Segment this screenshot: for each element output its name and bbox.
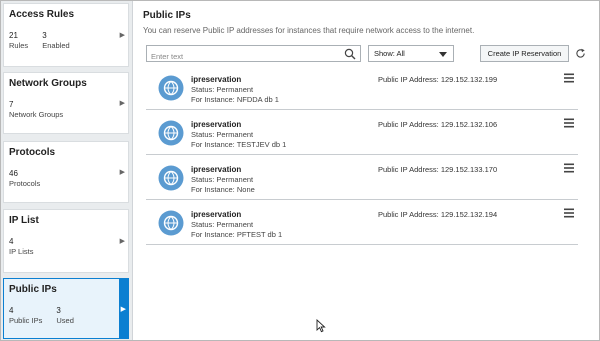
page-subtitle: You can reserve Public IP addresses for … [143,26,475,35]
card-stat: 21 Rules [9,31,28,50]
card-stat: 46 Protocols [9,169,40,188]
stat-label: Public IPs [9,316,43,325]
search-icon[interactable] [344,48,356,60]
stat-number: 4 [9,306,14,315]
public-ip-list: ipreservation Status: Permanent For Inst… [146,65,578,245]
card-stat: 3 Used [56,306,74,325]
hamburger-menu-icon[interactable] [563,73,575,83]
hamburger-menu-icon[interactable] [563,208,575,218]
stat-number: 21 [9,31,18,40]
card-title: Network Groups [9,78,87,89]
stat-number: 7 [9,100,14,109]
public-ip-address: Public IP Address: 129.152.132.194 [378,210,498,219]
sidebar-card-public-ips[interactable]: Public IPs 4 Public IPs 3 Used ▶ [3,278,129,339]
search-box [146,45,361,64]
globe-icon [158,210,184,236]
stat-label: Used [56,316,74,325]
stat-label: IP Lists [9,247,34,256]
reservation-instance: For Instance: None [191,185,255,194]
card-stats: 46 Protocols [9,169,40,188]
sidebar-card-ip-list[interactable]: IP List 4 IP Lists ▶ [3,209,129,273]
globe-icon [158,120,184,146]
card-title: Protocols [9,147,56,158]
sidebar-card-network-groups[interactable]: Network Groups 7 Network Groups ▶ [3,72,129,134]
card-title: Access Rules [9,9,75,20]
stat-label: Network Groups [9,110,64,119]
search-input[interactable] [147,49,340,64]
card-stats: 4 IP Lists [9,237,33,256]
card-stats: 4 Public IPs 3 Used [9,306,74,325]
page-title: Public IPs [143,10,191,21]
card-stats: 21 Rules 3 Enabled [9,31,70,50]
app-window: Access Rules 21 Rules 3 Enabled ▶ Networ… [0,0,600,341]
refresh-icon[interactable] [575,48,586,59]
globe-icon [158,75,184,101]
reservation-status: Status: Permanent [191,220,254,229]
caret-down-icon [439,52,447,57]
mouse-cursor-icon [316,319,326,333]
stat-label: Protocols [9,179,41,188]
public-ip-address: Public IP Address: 129.152.132.106 [378,120,498,129]
card-stat: 3 Enabled [42,31,70,50]
card-stat: 4 IP Lists [9,237,33,256]
filter-select[interactable]: Show: All [368,45,454,62]
sidebar-card-access-rules[interactable]: Access Rules 21 Rules 3 Enabled ▶ [3,3,129,67]
reservation-name[interactable]: ipreservation [191,210,241,219]
reservation-status: Status: Permanent [191,175,254,184]
chevron-right-icon: ▶ [119,32,125,39]
stat-number: 4 [9,237,14,246]
reservation-status: Status: Permanent [191,85,254,94]
list-item: ipreservation Status: Permanent For Inst… [146,110,578,155]
chevron-right-icon: ▶ [119,238,125,245]
filter-select-value: Show: All [374,49,405,58]
card-title: IP List [9,215,39,226]
main-panel: Public IPs You can reserve Public IP add… [137,1,599,340]
stat-label: Enabled [42,41,70,50]
chevron-right-icon: ▶ [119,100,125,107]
card-stats: 7 Network Groups [9,100,63,119]
public-ip-address: Public IP Address: 129.152.133.170 [378,165,498,174]
stat-number: 3 [56,306,61,315]
reservation-name[interactable]: ipreservation [191,165,241,174]
reservation-name[interactable]: ipreservation [191,75,241,84]
sidebar-card-protocols[interactable]: Protocols 46 Protocols ▶ [3,141,129,203]
reservation-instance: For Instance: NFDDA db 1 [191,95,279,104]
create-ip-reservation-button[interactable]: Create IP Reservation [480,45,569,62]
reservation-name[interactable]: ipreservation [191,120,241,129]
card-stat: 4 Public IPs [9,306,42,325]
stat-label: Rules [9,41,29,50]
chevron-right-icon: ▶ [119,169,125,176]
hamburger-menu-icon[interactable] [563,118,575,128]
reservation-status: Status: Permanent [191,130,254,139]
list-item: ipreservation Status: Permanent For Inst… [146,155,578,200]
reservation-instance: For Instance: TESTJEV db 1 [191,140,287,149]
card-stat: 7 Network Groups [9,100,63,119]
stat-number: 3 [42,31,47,40]
stat-number: 46 [9,169,18,178]
reservation-instance: For Instance: PFTEST db 1 [191,230,283,239]
globe-icon [158,165,184,191]
sidebar: Access Rules 21 Rules 3 Enabled ▶ Networ… [1,1,133,340]
public-ip-address: Public IP Address: 129.152.132.199 [378,75,498,84]
list-item: ipreservation Status: Permanent For Inst… [146,200,578,245]
list-item: ipreservation Status: Permanent For Inst… [146,65,578,110]
card-title: Public IPs [9,284,57,295]
chevron-right-icon: ▶ [120,305,126,313]
hamburger-menu-icon[interactable] [563,163,575,173]
